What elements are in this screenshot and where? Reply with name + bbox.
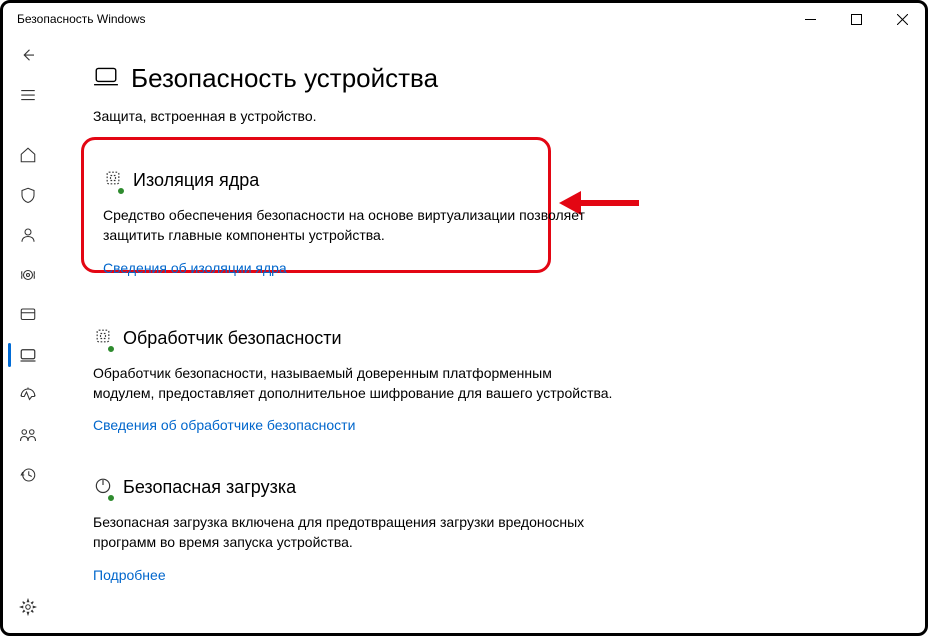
secure-boot-learn-more-link[interactable]: Подробнее	[93, 567, 166, 583]
nav-family-options[interactable]	[8, 415, 48, 455]
maximize-button[interactable]	[833, 3, 879, 35]
window: Безопасность Windows	[0, 0, 928, 636]
page-subtitle: Защита, встроенная в устройство.	[93, 108, 885, 124]
nav-virus-protection[interactable]	[8, 175, 48, 215]
section-title: Безопасная загрузка	[123, 477, 296, 498]
page-title-row: Безопасность устройства	[93, 63, 885, 94]
nav-settings[interactable]	[8, 587, 48, 627]
sidebar	[3, 35, 53, 633]
page-title: Безопасность устройства	[131, 63, 438, 94]
secure-boot-icon	[93, 475, 113, 500]
section-title: Обработчик безопасности	[123, 328, 342, 349]
minimize-button[interactable]	[787, 3, 833, 35]
section-description: Безопасная загрузка включена для предотв…	[93, 512, 613, 553]
section-secure-boot: Безопасная загрузка Безопасная загрузка …	[93, 473, 613, 587]
processor-icon	[93, 326, 113, 351]
nav-home[interactable]	[8, 135, 48, 175]
nav-protection-history[interactable]	[8, 455, 48, 495]
core-isolation-details-link[interactable]: Сведения об изоляции ядра	[103, 260, 287, 276]
menu-button[interactable]	[8, 75, 48, 115]
close-button[interactable]	[879, 3, 925, 35]
nav-firewall[interactable]	[8, 255, 48, 295]
body: Безопасность устройства Защита, встроенн…	[3, 35, 925, 633]
section-title: Изоляция ядра	[133, 170, 259, 191]
nav-device-performance[interactable]	[8, 375, 48, 415]
nav-account-protection[interactable]	[8, 215, 48, 255]
chip-icon	[103, 168, 123, 193]
security-processor-details-link[interactable]: Сведения об обработчике безопасности	[93, 417, 355, 433]
back-button[interactable]	[8, 35, 48, 75]
device-icon	[93, 63, 119, 94]
section-description: Средство обеспечения безопасности на осн…	[103, 205, 603, 246]
window-controls	[787, 3, 925, 35]
section-core-isolation: Изоляция ядра Средство обеспечения безоп…	[93, 154, 613, 288]
nav-device-security[interactable]	[8, 335, 48, 375]
section-description: Обработчик безопасности, называемый дове…	[93, 363, 613, 404]
main-content: Безопасность устройства Защита, встроенн…	[53, 35, 925, 633]
section-security-processor: Обработчик безопасности Обработчик безоп…	[93, 324, 613, 438]
nav-app-browser-control[interactable]	[8, 295, 48, 335]
window-title: Безопасность Windows	[17, 12, 146, 26]
titlebar: Безопасность Windows	[3, 3, 925, 35]
